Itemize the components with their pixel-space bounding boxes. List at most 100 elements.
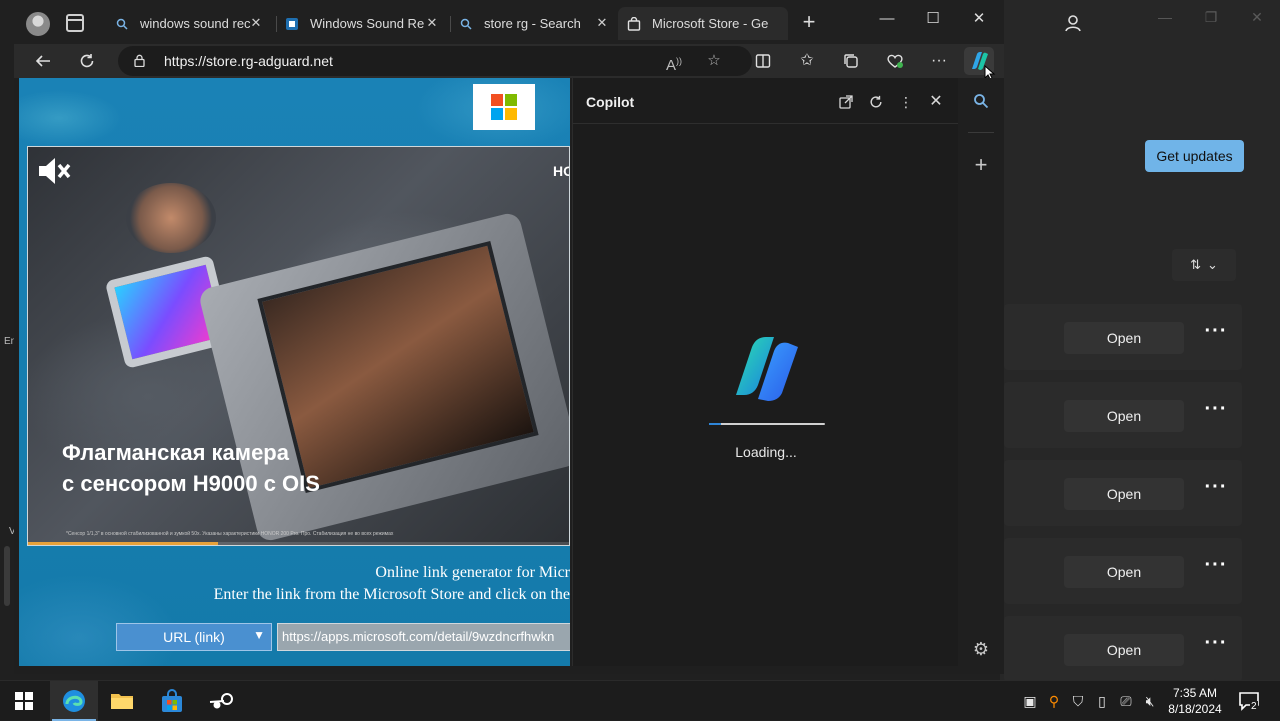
open-app-button[interactable]: Open: [1064, 478, 1184, 510]
copilot-loading-bar: [709, 423, 825, 425]
open-app-button[interactable]: Open: [1064, 400, 1184, 432]
ad-headline: Флагманская камера с сенсором H9000 с OI…: [62, 437, 362, 499]
tray-app-icon[interactable]: ▣: [1020, 691, 1040, 711]
notification-count: 2: [1250, 701, 1258, 712]
start-button[interactable]: [0, 681, 48, 721]
more-options-icon[interactable]: ···: [1204, 320, 1228, 350]
more-options-icon[interactable]: ⋮: [895, 91, 917, 113]
edge-icon: [63, 690, 85, 712]
windows-security-shield-icon[interactable]: ⛉: [1068, 691, 1088, 711]
library-app-row: Open ···: [1004, 382, 1242, 448]
generator-heading: Online link generator for Micr: [375, 564, 570, 581]
taskbar-file-explorer[interactable]: [98, 681, 146, 721]
read-aloud-icon[interactable]: A)): [662, 49, 686, 74]
maximize-icon[interactable]: ☐: [918, 8, 948, 30]
library-app-row: Open ···: [1004, 304, 1242, 370]
web-page-content: HO Флагманская камера с сенсором H9000 с…: [19, 78, 570, 666]
search-icon[interactable]: [970, 90, 992, 112]
copilot-header: Copilot ⋮ ✕: [573, 78, 958, 124]
store-close-icon[interactable]: ✕: [1246, 6, 1268, 28]
user-profile-icon[interactable]: [1062, 12, 1084, 34]
more-options-icon[interactable]: ···: [1204, 398, 1228, 428]
more-options-icon[interactable]: ···: [1204, 632, 1228, 662]
get-updates-button[interactable]: Get updates: [1145, 140, 1244, 172]
open-app-button[interactable]: Open: [1064, 556, 1184, 588]
browser-profile-avatar[interactable]: [26, 12, 50, 36]
copilot-loading-text: Loading...: [735, 444, 797, 460]
chevron-down-icon: ⌄: [1207, 257, 1218, 272]
microsoft-logo: [473, 84, 535, 130]
open-app-button[interactable]: Open: [1064, 634, 1184, 666]
copilot-loading-fill: [709, 423, 721, 425]
url-text: https://store.rg-adguard.net: [164, 53, 333, 69]
notification-center-icon[interactable]: 2: [1236, 689, 1262, 713]
tab-actions-icon[interactable]: [66, 14, 84, 32]
collections-icon[interactable]: [838, 48, 864, 74]
search-icon: [458, 16, 474, 32]
taskbar-edge[interactable]: [50, 681, 98, 721]
tab-title: Windows Sound Re: [310, 16, 425, 31]
sidebar-separator: [968, 132, 994, 133]
copilot-toolbar-button[interactable]: [964, 47, 996, 81]
ad-headline-line-2: с сенсором H9000 с OIS: [62, 471, 320, 496]
sort-button[interactable]: ⇅ ⌄: [1172, 249, 1236, 281]
browser-essentials-heart-icon[interactable]: [882, 48, 908, 74]
favorites-icon[interactable]: ✩: [794, 48, 820, 74]
tab-windows-sound-recorder[interactable]: windows sound rec ✕: [106, 7, 270, 40]
windows-logo-icon: [15, 692, 33, 710]
ad-fine-print: *Сенсор 1/1,3" в основной стабилизованно…: [66, 531, 394, 537]
close-icon[interactable]: ✕: [424, 15, 440, 31]
system-clock[interactable]: 7:35 AM 8/18/2024: [1160, 685, 1230, 717]
add-sidebar-app-plus-icon[interactable]: +: [970, 154, 992, 176]
taskbar-steam[interactable]: [198, 681, 246, 721]
volume-muted-icon[interactable]: 🔇︎: [1140, 691, 1160, 711]
navigation-toolbar: https://store.rg-adguard.net A)) ☆ ✩ ···: [14, 44, 1004, 81]
split-screen-icon[interactable]: [750, 48, 776, 74]
network-icon[interactable]: ⎚: [1116, 691, 1136, 711]
store-minimize-icon[interactable]: —: [1154, 6, 1176, 28]
open-app-button[interactable]: Open: [1064, 322, 1184, 354]
close-window-icon[interactable]: ✕: [964, 8, 994, 30]
refresh-icon[interactable]: [74, 48, 100, 74]
ad-progress-fill: [28, 542, 219, 545]
battery-icon[interactable]: ▯: [1092, 691, 1112, 711]
minimize-icon[interactable]: —: [872, 8, 902, 30]
back-arrow-icon[interactable]: [30, 48, 56, 74]
steam-icon: [209, 693, 233, 709]
settings-more-icon[interactable]: ···: [926, 48, 952, 74]
copilot-title: Copilot: [586, 94, 635, 110]
ad-lens-graphic: [126, 183, 216, 253]
clock-date: 8/18/2024: [1168, 702, 1222, 716]
video-advertisement[interactable]: HO Флагманская камера с сенсором H9000 с…: [27, 146, 570, 546]
tab-title: store rg - Search: [484, 16, 581, 31]
microsoft-store-window: — ❐ ✕ Get updates ⇅ ⌄ Open ··· Open ··· …: [1000, 0, 1280, 682]
new-tab-plus-icon[interactable]: +: [798, 11, 820, 34]
lock-icon[interactable]: [134, 54, 145, 67]
store-titlebar: — ❐ ✕: [1000, 0, 1280, 44]
chevron-down-icon: ▼: [253, 628, 265, 642]
taskbar-microsoft-store[interactable]: [148, 681, 196, 721]
tab-windows-sound-recorder-page[interactable]: Windows Sound Re ✕: [276, 7, 446, 40]
tab-strip: windows sound rec ✕ Windows Sound Re ✕ s…: [14, 0, 1004, 46]
close-icon[interactable]: ✕: [925, 91, 947, 113]
more-options-icon[interactable]: ···: [1204, 554, 1228, 584]
sidebar-settings-gear-icon[interactable]: ⚙: [970, 638, 992, 660]
store-bag-icon: [626, 16, 642, 32]
close-icon[interactable]: ✕: [248, 15, 264, 31]
url-type-selected: URL (link): [163, 629, 225, 645]
more-options-icon[interactable]: ···: [1204, 476, 1228, 506]
muted-speaker-icon[interactable]: [36, 155, 72, 187]
close-icon[interactable]: ✕: [594, 15, 610, 31]
store-link-input[interactable]: https://apps.microsoft.com/detail/9wzdnc…: [277, 623, 570, 651]
windows-taskbar: ▣ ⚲ ⛉ ▯ ⎚ 🔇︎ 7:35 AM 8/18/2024 2: [0, 680, 1280, 721]
tab-store-rg-search[interactable]: store rg - Search ✕: [450, 7, 616, 40]
tab-microsoft-store-generation[interactable]: Microsoft Store - Ge: [618, 7, 788, 40]
favorite-star-icon[interactable]: ☆: [702, 49, 726, 73]
refresh-icon[interactable]: [865, 91, 887, 113]
folder-icon: [111, 694, 133, 709]
address-bar[interactable]: https://store.rg-adguard.net A)) ☆: [118, 46, 752, 76]
tray-search-magnifier-icon[interactable]: ⚲: [1044, 691, 1064, 711]
store-restore-icon[interactable]: ❐: [1200, 6, 1222, 28]
open-in-new-tab-icon[interactable]: [835, 91, 857, 113]
url-type-select[interactable]: URL (link) ▼: [116, 623, 272, 651]
